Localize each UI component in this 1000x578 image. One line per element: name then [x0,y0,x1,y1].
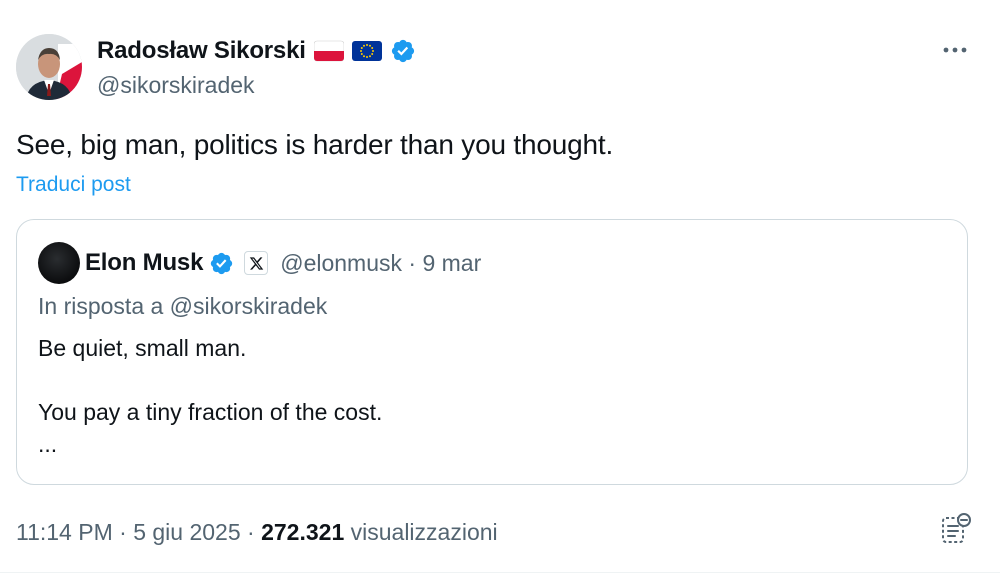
more-options-icon [943,47,967,53]
quoted-author-handle: @elonmusk · 9 mar [280,250,481,277]
translate-post-link[interactable]: Traduci post [16,170,131,200]
quoted-post-header: Elon Musk @elonmusk · 9 mar [85,244,481,282]
eu-flag-icon [351,41,382,61]
author-avatar[interactable] [16,34,82,100]
x-logo-icon [244,251,269,275]
verified-badge-icon [211,252,233,274]
quoted-post-card[interactable]: Elon Musk @elonmusk · 9 mar In risposta … [16,219,968,485]
quoted-author-avatar[interactable] [38,242,80,284]
quoted-post-line: You pay a tiny fraction of the cost. [38,399,383,425]
post-meta: 11:14 PM · 5 giu 2025 · 272.321 visualiz… [16,515,498,549]
author-header: Radosław Sikorski [97,34,416,68]
reply-context: In risposta a @sikorskiradek [38,293,328,319]
verified-badge-icon [391,39,414,63]
post-date[interactable]: 5 giu 2025 [133,519,240,545]
post-analytics-icon [942,513,971,543]
separator: · [119,519,127,545]
author-handle[interactable]: @sikorskiradek [97,69,255,101]
quoted-post-line: Be quiet, small man. [38,335,247,361]
quoted-author-name[interactable]: Elon Musk [85,249,203,277]
post-time[interactable]: 11:14 PM [16,519,113,545]
quoted-post-text: Be quiet, small man. You pay a tiny frac… [38,332,382,460]
author-avatar-image [16,34,82,100]
views-count: 272.321 [261,519,345,545]
separator: · [408,249,417,276]
author-name[interactable]: Radosław Sikorski [97,34,306,68]
quoted-post-date[interactable]: 9 mar [422,250,481,276]
quoted-post-line: ... [38,431,58,457]
separator: · [247,519,255,545]
post-text: See, big man, politics is harder than yo… [16,129,614,160]
divider [0,572,1000,573]
post-analytics-button[interactable] [938,512,972,546]
more-options-button[interactable] [940,38,970,62]
views-label: visualizzazioni [350,519,498,545]
poland-flag-icon [313,40,344,62]
quoted-author-handle-text[interactable]: @elonmusk [280,250,402,276]
